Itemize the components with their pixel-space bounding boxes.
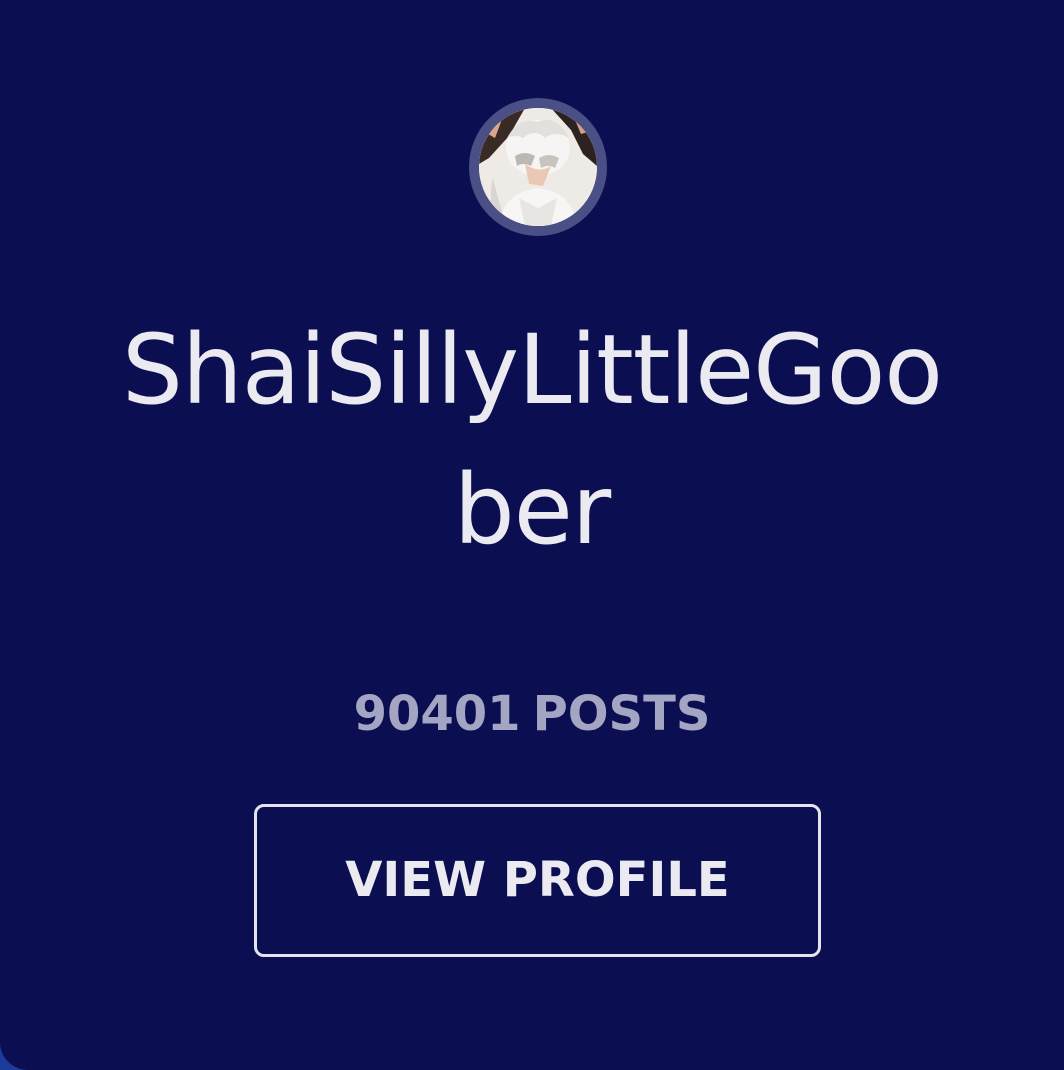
post-count-label: 90401 POSTS — [0, 684, 1064, 744]
post-count-unit: POSTS — [532, 686, 711, 742]
post-count-value: 90401 — [353, 686, 521, 742]
view-profile-button[interactable]: VIEW PROFILE — [254, 804, 821, 957]
avatar[interactable] — [479, 108, 597, 226]
profile-card: ShaiSillyLittleGoober 90401 POSTS VIEW PR… — [0, 0, 1064, 1070]
profile-username: ShaiSillyLittleGoober — [121, 314, 943, 566]
avatar-image-icon — [479, 108, 597, 226]
avatar-ring[interactable] — [469, 98, 607, 236]
